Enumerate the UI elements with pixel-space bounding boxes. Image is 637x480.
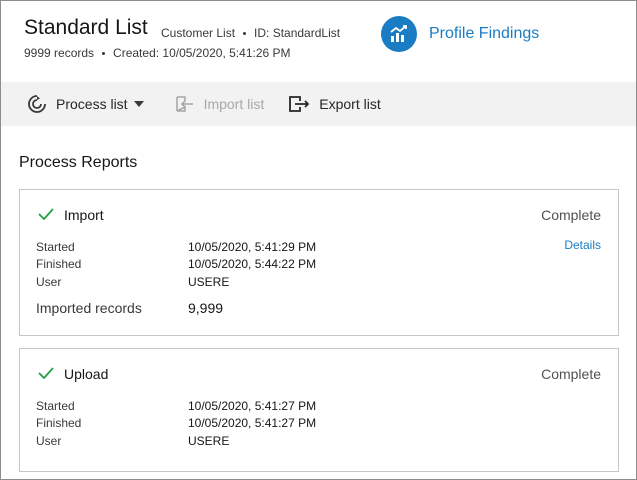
list-meta: 9999 records Created: 10/05/2020, 5:41:2… [24,46,291,60]
process-list-label: Process list [56,96,128,112]
process-reports-heading: Process Reports [19,154,138,171]
finished-label: Finished [36,257,82,271]
started-label: Started [36,399,75,413]
report-card-import: Import Complete Details Started 10/05/20… [19,189,619,336]
export-icon [288,94,310,114]
profile-findings-label: Profile Findings [429,25,540,42]
record-count: 9999 records [24,46,95,60]
chart-trend-icon [381,16,417,52]
report-card-upload: Upload Complete Started 10/05/2020, 5:41… [19,348,619,472]
process-icon [27,94,47,114]
profile-findings-link[interactable]: Profile Findings [381,16,539,52]
toolbar: Process list Import list Export list [1,82,636,126]
started-value: 10/05/2020, 5:41:29 PM [188,240,317,254]
report-status: Complete [541,207,601,223]
imported-records-value: 9,999 [188,300,224,316]
import-list-button[interactable]: Import list [175,82,265,126]
page-header: Standard List Customer List ID: Standard… [1,1,636,82]
check-icon [38,207,54,225]
list-info: Customer List ID: StandardList [161,26,340,40]
import-list-label: Import list [203,96,265,112]
user-label: User [36,275,62,289]
caret-down-icon [133,101,144,107]
list-type: Customer List [161,26,236,40]
report-name: Import [64,207,104,223]
user-value: USERE [188,275,230,289]
started-value: 10/05/2020, 5:41:27 PM [188,399,317,413]
process-list-button[interactable]: Process list [27,82,144,126]
user-label: User [36,434,62,448]
import-icon [175,94,195,114]
separator-dot [102,51,106,55]
imported-records-label: Imported records [36,300,142,316]
page-title: Standard List [24,16,148,39]
started-label: Started [36,240,75,254]
check-icon [38,366,54,384]
export-list-button[interactable]: Export list [288,82,381,126]
separator-dot [243,31,247,35]
list-id: ID: StandardList [254,26,341,40]
export-list-label: Export list [319,96,381,112]
finished-value: 10/05/2020, 5:44:22 PM [188,257,317,271]
finished-value: 10/05/2020, 5:41:27 PM [188,416,317,430]
report-status: Complete [541,366,601,382]
details-link[interactable]: Details [564,238,601,252]
user-value: USERE [188,434,230,448]
report-name: Upload [64,366,109,382]
finished-label: Finished [36,416,82,430]
app-window: Standard List Customer List ID: Standard… [0,0,637,480]
created-timestamp: Created: 10/05/2020, 5:41:26 PM [113,46,291,60]
